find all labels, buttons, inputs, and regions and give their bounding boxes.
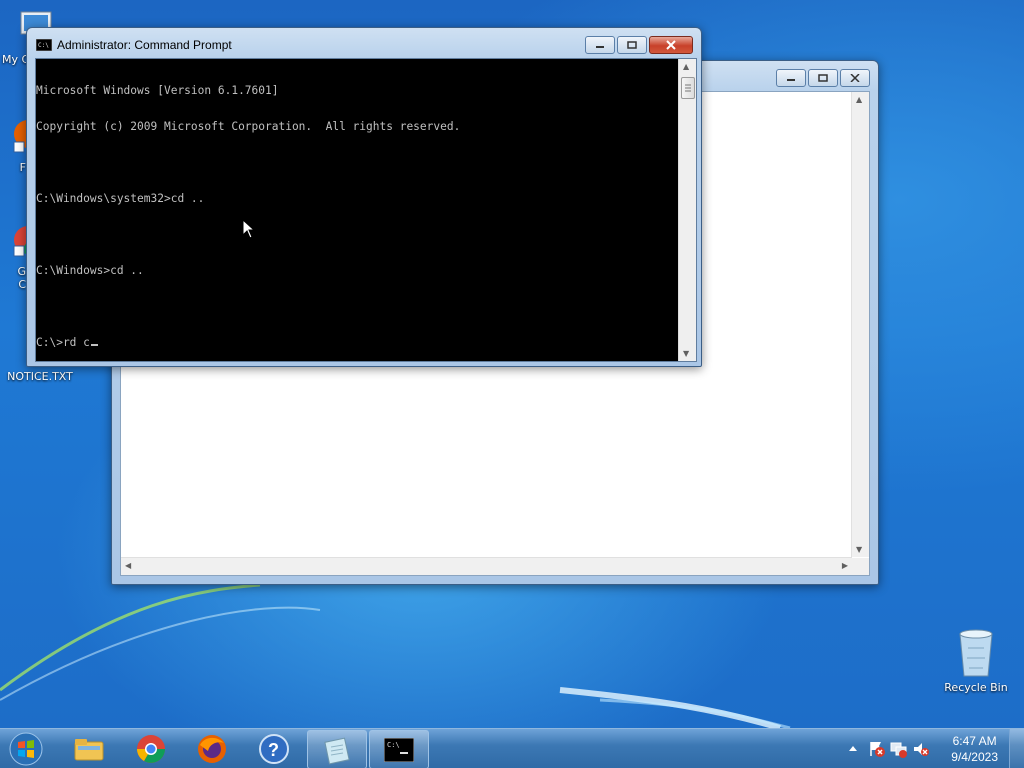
chrome-icon — [137, 734, 165, 763]
maximize-button[interactable] — [808, 69, 838, 87]
scroll-thumb[interactable] — [681, 77, 695, 99]
taskbar-explorer[interactable] — [60, 730, 118, 767]
console-line: Microsoft Windows [Version 6.1.7601] — [36, 84, 279, 97]
minimize-icon — [787, 79, 795, 81]
close-button[interactable] — [649, 36, 693, 54]
scroll-down-icon[interactable]: ▼ — [683, 349, 689, 358]
console-line: C:\Windows>cd .. — [36, 264, 144, 277]
maximize-icon — [818, 74, 828, 82]
clock[interactable]: 6:47 AM 9/4/2023 — [951, 733, 998, 765]
svg-text:C:\: C:\ — [387, 741, 400, 749]
taskbar-help[interactable]: ? — [245, 730, 303, 767]
console-scrollbar[interactable]: ▲ ▼ — [678, 59, 696, 361]
minimize-button[interactable] — [776, 69, 806, 87]
taskbar-firefox[interactable] — [183, 730, 241, 767]
minimize-icon — [596, 46, 604, 48]
scroll-left-icon[interactable]: ◀ — [125, 561, 131, 570]
close-icon — [666, 40, 676, 50]
scroll-down-icon[interactable]: ▼ — [856, 545, 862, 554]
system-tray: 6:47 AM 9/4/2023 — [834, 729, 1024, 768]
volume-muted-icon[interactable] — [912, 740, 930, 758]
console-line: Copyright (c) 2009 Microsoft Corporation… — [36, 120, 461, 133]
taskbar: ? C:\ 6:47 AM 9/4/2023 — [0, 728, 1024, 768]
show-desktop-button[interactable] — [1009, 729, 1024, 768]
close-icon — [850, 74, 860, 82]
desktop-icon-recycle-bin[interactable]: Recycle Bin — [940, 628, 1012, 694]
window-title: Administrator: Command Prompt — [57, 38, 232, 52]
console-line: C:\Windows\system32>cd .. — [36, 192, 205, 205]
start-button[interactable] — [6, 731, 46, 767]
help-icon: ? — [259, 733, 289, 764]
network-icon[interactable] — [890, 740, 908, 758]
desktop-icon-label: Recycle Bin — [944, 681, 1008, 694]
show-hidden-icons-icon[interactable] — [848, 744, 858, 752]
windows-logo-icon — [9, 732, 43, 766]
scroll-up-icon[interactable]: ▲ — [856, 95, 862, 104]
scroll-right-icon[interactable]: ▶ — [842, 561, 848, 570]
cmd-icon: C:\ — [384, 737, 414, 762]
grip-icon — [685, 84, 691, 92]
vertical-scrollbar[interactable]: ▲ ▼ — [851, 92, 869, 557]
clock-date: 9/4/2023 — [951, 750, 998, 764]
clock-time: 6:47 AM — [952, 734, 997, 748]
console-prompt-line[interactable]: C:\>rd c — [36, 337, 676, 349]
console-text: Microsoft Windows [Version 6.1.7601] Cop… — [36, 59, 676, 363]
desktop: My C F GC NOTICE.TXT Recycle Bin ▲ ▼ ◀ ▶… — [0, 0, 1024, 728]
text-cursor — [90, 344, 98, 346]
scroll-up-icon[interactable]: ▲ — [683, 62, 689, 71]
recycle-bin-icon — [959, 629, 993, 677]
console-current-input: C:\>rd c — [36, 336, 90, 349]
minimize-button[interactable] — [585, 36, 615, 54]
svg-text:C:\: C:\ — [38, 42, 49, 49]
taskbar-chrome[interactable] — [122, 730, 180, 767]
taskbar-notepad[interactable] — [307, 730, 367, 768]
console-output[interactable]: Microsoft Windows [Version 6.1.7601] Cop… — [35, 58, 697, 362]
action-center-icon[interactable] — [868, 740, 886, 758]
size-grip[interactable] — [852, 558, 869, 575]
taskbar-command-prompt[interactable]: C:\ — [369, 730, 429, 768]
cmd-window[interactable]: C:\ Administrator: Command Prompt Micros… — [26, 27, 702, 367]
horizontal-scrollbar[interactable]: ◀ ▶ — [121, 557, 852, 575]
close-button[interactable] — [840, 69, 870, 87]
cmd-titlebar[interactable]: C:\ Administrator: Command Prompt — [27, 28, 701, 58]
notepad-icon — [324, 737, 350, 764]
firefox-icon — [198, 734, 226, 763]
maximize-icon — [627, 41, 637, 49]
cmd-icon: C:\ — [36, 39, 52, 51]
maximize-button[interactable] — [617, 36, 647, 54]
mouse-pointer-icon — [242, 219, 256, 239]
folder-icon — [74, 738, 104, 760]
svg-text:?: ? — [268, 740, 279, 760]
